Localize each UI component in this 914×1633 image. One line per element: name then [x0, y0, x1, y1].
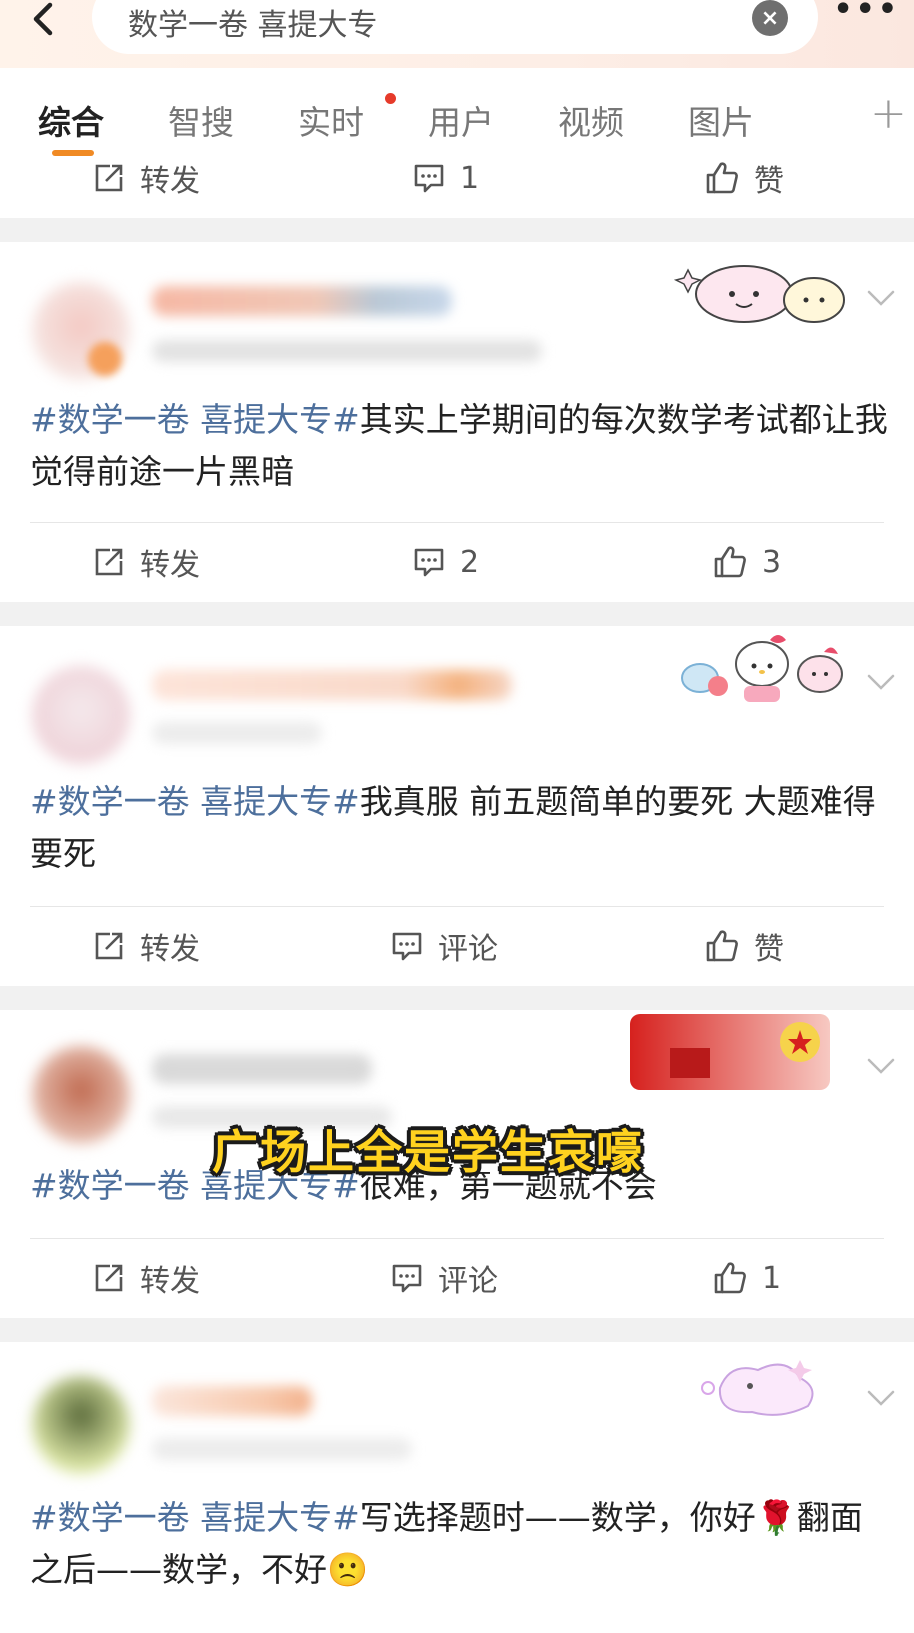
comment-icon — [414, 548, 444, 577]
thumbs-up-icon — [714, 1262, 746, 1294]
repost-label: 转发 — [140, 932, 200, 967]
username-blurred[interactable] — [152, 1386, 312, 1416]
comment-button[interactable]: 评论 — [390, 1248, 498, 1308]
username-blurred[interactable] — [152, 1054, 372, 1084]
like-button[interactable]: 赞 — [704, 148, 784, 208]
red-flag-sticker-icon — [630, 1014, 830, 1090]
post-content: #数学一卷 喜提大专#其实上学期间的每次数学考试都让我觉得前途一片黑暗 — [30, 394, 890, 498]
share-box-icon — [95, 164, 123, 192]
username-blurred[interactable] — [152, 670, 512, 700]
share-box-icon — [95, 1264, 123, 1292]
repost-button[interactable]: 转发 — [92, 1248, 200, 1308]
hello-kitty-sticker-icon — [681, 635, 843, 702]
comment-label: 评论 — [438, 1264, 498, 1299]
more-options-button[interactable]: ••• — [833, 0, 900, 25]
action-row: 转发 评论 1 — [0, 1248, 914, 1308]
like-button[interactable]: 3 — [712, 532, 781, 592]
like-count: 1 — [762, 1260, 782, 1296]
video-caption-overlay: 广场上全是学生哀嚎 — [212, 1125, 644, 1179]
repost-label: 转发 — [140, 548, 200, 583]
like-button[interactable]: 1 — [712, 1248, 781, 1308]
comment-count: 2 — [460, 544, 480, 580]
post-card: #数学一卷 喜提大专#写选择题时——数学，你好🌹翻面之后——数学，不好🙁 — [0, 1342, 914, 1633]
comment-icon — [414, 164, 444, 193]
thumbs-up-icon — [706, 930, 738, 962]
divider — [30, 906, 884, 907]
like-label: 赞 — [754, 932, 784, 967]
chevron-left-icon — [33, 2, 53, 36]
verified-badge — [88, 342, 122, 376]
divider — [30, 1238, 884, 1239]
like-label: 赞 — [754, 164, 784, 199]
action-row: 转发 1 赞 — [0, 148, 914, 208]
like-button[interactable]: 赞 — [704, 916, 784, 976]
chevron-down-icon[interactable] — [866, 1056, 896, 1076]
comment-icon — [392, 932, 422, 961]
comment-label: 评论 — [438, 932, 498, 967]
add-tab-button[interactable]: + — [870, 88, 907, 139]
action-row: 转发 评论 赞 — [0, 916, 914, 976]
repost-label: 转发 — [140, 1264, 200, 1299]
search-query[interactable]: 数学一卷 喜提大专 — [128, 0, 378, 44]
sticker-decoration-icon — [674, 265, 845, 323]
post-card: #数学一卷 喜提大专#其实上学期间的每次数学考试都让我觉得前途一片黑暗 转发 2… — [0, 242, 914, 602]
like-count: 3 — [762, 544, 782, 580]
topic-hashtag[interactable]: #数学一卷 喜提大专# — [30, 1498, 360, 1537]
tab-users[interactable]: 用户 — [428, 96, 494, 144]
repost-button[interactable]: 转发 — [92, 916, 200, 976]
share-box-icon — [95, 932, 123, 960]
thumbs-up-icon — [714, 546, 746, 578]
topic-hashtag[interactable]: #数学一卷 喜提大专# — [30, 400, 360, 439]
comment-icon — [392, 1264, 422, 1293]
post-meta-blurred — [152, 722, 322, 744]
comment-count: 1 — [460, 160, 480, 196]
avatar[interactable] — [32, 1046, 130, 1144]
comment-button[interactable]: 评论 — [390, 916, 498, 976]
comment-button[interactable]: 2 — [412, 532, 479, 592]
share-box-icon — [95, 548, 123, 576]
action-row: 转发 2 3 — [0, 532, 914, 592]
tab-images[interactable]: 图片 — [688, 96, 754, 144]
repost-button[interactable]: 转发 — [92, 532, 200, 592]
avatar[interactable] — [32, 1376, 130, 1474]
thumbs-up-icon — [706, 162, 738, 194]
weibo-search-results: 数学一卷 喜提大专 × ••• 综合 智搜 实时 用户 视频 图片 + 转发 1 — [0, 0, 914, 1633]
post-card: #数学一卷 喜提大专#我真服 前五题简单的要死 大题难得要死 转发 评论 赞 — [0, 626, 914, 986]
chevron-down-icon[interactable] — [866, 1388, 896, 1408]
clear-search-button[interactable]: × — [752, 0, 788, 36]
tab-all[interactable]: 综合 — [38, 96, 104, 144]
back-button[interactable] — [18, 0, 68, 46]
top-bar: 数学一卷 喜提大专 × ••• — [0, 0, 914, 68]
divider — [30, 522, 884, 523]
tab-bar: 综合 智搜 实时 用户 视频 图片 + — [0, 68, 914, 160]
topic-hashtag[interactable]: #数学一卷 喜提大专# — [30, 782, 360, 821]
tab-smart-search[interactable]: 智搜 — [168, 96, 234, 144]
comment-button[interactable]: 1 — [412, 148, 479, 208]
post-meta-blurred — [152, 1438, 412, 1460]
avatar[interactable] — [32, 666, 130, 764]
unicorn-sticker-icon — [701, 1360, 814, 1416]
repost-button[interactable]: 转发 — [92, 148, 200, 208]
new-indicator-dot — [385, 93, 396, 104]
repost-label: 转发 — [140, 164, 200, 199]
post-content: #数学一卷 喜提大专#写选择题时——数学，你好🌹翻面之后——数学，不好🙁 — [30, 1492, 890, 1596]
chevron-down-icon[interactable] — [866, 288, 896, 308]
post-card-partial: 转发 1 赞 — [0, 160, 914, 218]
post-meta-blurred — [152, 340, 542, 362]
tab-video[interactable]: 视频 — [558, 96, 624, 144]
search-input[interactable]: 数学一卷 喜提大专 × — [92, 0, 818, 54]
tab-realtime[interactable]: 实时 — [298, 96, 364, 144]
post-content: #数学一卷 喜提大专#我真服 前五题简单的要死 大题难得要死 — [30, 776, 890, 880]
chevron-down-icon[interactable] — [866, 672, 896, 692]
username-blurred[interactable] — [152, 286, 452, 316]
